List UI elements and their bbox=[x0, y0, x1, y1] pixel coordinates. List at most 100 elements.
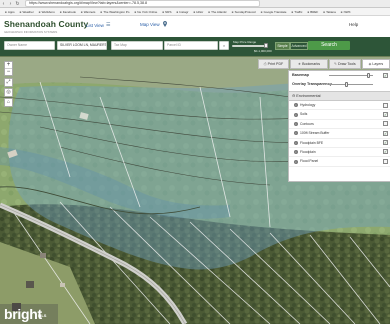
overlay-label: Overlay Transparency bbox=[292, 82, 332, 86]
bookmark-icon: ★ bbox=[297, 62, 302, 66]
basemap-label: Basemap bbox=[292, 73, 309, 77]
layer-checkbox[interactable] bbox=[383, 102, 388, 108]
list-view-label: List View bbox=[86, 22, 104, 28]
layer-checkbox[interactable]: ✓ bbox=[383, 130, 388, 136]
layers-icon: ◈ bbox=[368, 62, 372, 66]
zoom-control: + − bbox=[4, 61, 13, 76]
printer-icon: ⎙ bbox=[263, 62, 267, 66]
layer-row[interactable]: i 100ft Stream Buffer ✓ bbox=[289, 129, 390, 139]
browser-toolbar: ‹ › ↻ https://www.shenandoahgis.org/#/ma… bbox=[0, 0, 390, 8]
layer-checkbox[interactable]: ✓ bbox=[383, 140, 388, 146]
site-header: Shenandoah County GEOGRAPHIC INFORMATION… bbox=[0, 16, 390, 38]
basemap-checkbox[interactable]: ✓ bbox=[383, 73, 388, 78]
bookmark-item[interactable]: Instagr bbox=[176, 10, 188, 14]
layer-name: Hydrology bbox=[300, 103, 316, 107]
map-view-label: Map View bbox=[140, 22, 160, 27]
bookmark-item[interactable]: BREF bbox=[307, 10, 318, 14]
overlay-slider[interactable] bbox=[329, 84, 373, 85]
info-icon[interactable]: i bbox=[294, 131, 298, 136]
reload-icon[interactable]: ↻ bbox=[14, 1, 21, 7]
tab-label: Bookmarks bbox=[302, 62, 321, 66]
layer-name: Flood Panel bbox=[300, 159, 319, 164]
advanced-search-toggle[interactable]: Advanced bbox=[290, 42, 308, 50]
bookmark-item[interactable]: Ne York Online bbox=[134, 10, 157, 14]
bookmark-item[interactable]: Hiltor bbox=[193, 10, 203, 14]
pencil-icon: ✎ bbox=[334, 62, 338, 66]
info-icon[interactable]: i bbox=[294, 112, 298, 117]
bookmark-item[interactable]: Tatiana bbox=[323, 10, 336, 14]
list-icon: ☰ bbox=[105, 22, 111, 28]
bookmark-item[interactable]: The Washington Po bbox=[100, 10, 129, 14]
search-button[interactable]: Search bbox=[308, 41, 350, 50]
home-icon[interactable]: ⌂ bbox=[4, 98, 13, 107]
bookmark-item[interactable]: Wannets bbox=[81, 10, 96, 14]
layer-checkbox[interactable] bbox=[383, 158, 388, 164]
address-bar[interactable]: https://www.shenandoahgis.org/#/mapView?… bbox=[25, 0, 260, 7]
price-range-label: Map Price Range bbox=[233, 40, 257, 44]
parcel-id-input[interactable]: Parcel ID bbox=[164, 41, 218, 50]
simple-search-toggle[interactable]: Simple bbox=[275, 42, 290, 50]
address-input[interactable]: SILVER LOOM LN, MAURERTOWN bbox=[57, 41, 107, 50]
layer-name: Floodplain BFE bbox=[300, 140, 324, 145]
panel-tabs: ⎙Print PDF ★Bookmarks ✎Draw Tools ◈Layer… bbox=[258, 59, 390, 69]
map-view-link[interactable]: Map View bbox=[140, 22, 160, 27]
tax-map-input[interactable]: Tax Map bbox=[111, 41, 163, 50]
bookmark-item[interactable]: NWK bbox=[341, 10, 351, 14]
bookmark-item[interactable]: Weather bbox=[20, 10, 33, 14]
fullscreen-icon[interactable]: ⤢ bbox=[4, 78, 13, 87]
tab-print-pdf[interactable]: ⎙Print PDF bbox=[258, 59, 290, 69]
bookmark-item[interactable]: Traffic bbox=[291, 10, 302, 14]
tab-layers[interactable]: ◈Layers bbox=[361, 59, 390, 69]
layer-row[interactable]: i Floodplain BFE ✓ bbox=[289, 139, 390, 148]
info-icon[interactable]: i bbox=[294, 150, 298, 155]
layer-checkbox[interactable] bbox=[383, 121, 388, 127]
bookmark-item[interactable]: Facebook bbox=[60, 10, 76, 14]
price-range-value: $0-1,000,000 bbox=[254, 49, 272, 53]
info-icon[interactable]: i bbox=[294, 140, 298, 145]
bookmark-item[interactable]: Wellsboro bbox=[39, 10, 55, 14]
info-icon[interactable]: i bbox=[294, 121, 298, 126]
overlay-row: Overlay Transparency bbox=[289, 80, 390, 89]
mls-tag: MLS bbox=[38, 313, 47, 318]
layer-checkbox[interactable]: ✓ bbox=[383, 149, 388, 155]
bookmark-item[interactable]: NRS bbox=[162, 10, 171, 14]
search-bar: Owner Name SILVER LOOM LN, MAURERTOWN Ta… bbox=[0, 37, 390, 56]
bookmark-item[interactable]: The Atlantic bbox=[208, 10, 227, 14]
locate-icon[interactable]: ◎ bbox=[4, 88, 13, 97]
layer-row[interactable]: i Floodplain ✓ bbox=[289, 148, 390, 158]
list-view-link[interactable]: List View ☰ bbox=[86, 22, 110, 28]
help-link[interactable]: Help bbox=[349, 22, 358, 27]
environmental-section-header[interactable]: ⊖ Environmental bbox=[289, 91, 390, 101]
price-range-slider[interactable] bbox=[232, 45, 268, 47]
county-tagline: GEOGRAPHIC INFORMATION SYSTEMS bbox=[4, 30, 58, 34]
layer-row[interactable]: i Hydrology bbox=[289, 101, 390, 111]
layer-row[interactable]: i Flood Panel bbox=[289, 157, 390, 167]
map-pin-icon bbox=[163, 21, 167, 27]
close-icon[interactable]: × bbox=[219, 41, 229, 50]
price-range-handle[interactable] bbox=[264, 43, 268, 48]
zoom-out-button[interactable]: − bbox=[5, 68, 12, 75]
back-icon[interactable]: ‹ bbox=[0, 1, 7, 7]
layer-checkbox[interactable]: ✓ bbox=[383, 111, 388, 117]
layer-row[interactable]: i Contours bbox=[289, 120, 390, 130]
section-title: Environmental bbox=[296, 94, 321, 98]
bookmark-item[interactable]: Apps bbox=[5, 10, 15, 14]
layer-name: Floodplain bbox=[300, 149, 316, 154]
tab-bookmarks[interactable]: ★Bookmarks bbox=[290, 59, 328, 69]
info-icon[interactable]: i bbox=[294, 103, 298, 108]
tab-label: Draw Tools bbox=[338, 62, 356, 66]
tab-draw-tools[interactable]: ✎Draw Tools bbox=[328, 59, 361, 69]
layer-name: Soils bbox=[300, 112, 308, 117]
bookmark-item[interactable]: SundayProtocol bbox=[232, 10, 256, 14]
bright-logo: bright bbox=[4, 306, 42, 322]
basemap-row: Basemap ✓ bbox=[289, 71, 390, 80]
info-icon[interactable]: i bbox=[294, 159, 298, 164]
forward-icon[interactable]: › bbox=[7, 1, 14, 7]
layer-row[interactable]: i Soils ✓ bbox=[289, 110, 390, 120]
layer-list: i Hydrology i Soils ✓ i Contours i 100ft Stream … bbox=[289, 101, 390, 167]
layers-panel: Basemap ✓ Overlay Transparency ⊖ Environ… bbox=[288, 70, 390, 182]
overlay-slider-handle[interactable] bbox=[345, 82, 349, 87]
basemap-slider-handle[interactable] bbox=[367, 73, 371, 78]
bookmark-item[interactable]: Google Translate bbox=[261, 10, 287, 14]
owner-name-input[interactable]: Owner Name bbox=[4, 41, 55, 50]
